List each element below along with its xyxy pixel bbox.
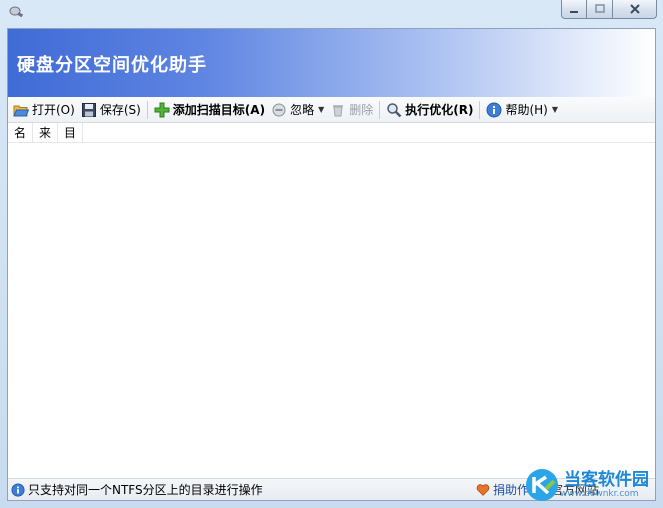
help-label: 帮助(H) [505, 103, 548, 117]
heart-icon [476, 483, 490, 496]
save-button[interactable]: 保存(S) [78, 99, 144, 121]
column-header-target[interactable]: 目 [58, 123, 83, 142]
save-label: 保存(S) [99, 103, 141, 117]
save-disk-icon [81, 102, 96, 117]
toolbar: 打开(O) 保存(S) 添加扫描目标(A) 忽略 ▼ 删除 执行优化(R) 帮助… [8, 97, 655, 123]
delete-label: 删除 [349, 103, 374, 117]
status-message: 只支持对同一个NTFS分区上的目录进行操作 [28, 483, 263, 497]
app-magnifier-icon [9, 6, 24, 18]
toolbar-separator [479, 100, 481, 119]
caption-buttons [561, 0, 657, 19]
folder-open-icon [13, 105, 29, 116]
chevron-down-icon: ▼ [551, 105, 559, 114]
ignore-label: 忽略 [290, 103, 315, 117]
close-icon [629, 4, 640, 14]
info-icon [486, 102, 502, 117]
watermark-logo-icon [526, 469, 558, 501]
header-banner: 硬盘分区空间优化助手 [8, 29, 655, 97]
file-list[interactable] [8, 143, 655, 478]
open-label: 打开(O) [32, 103, 75, 117]
list-header: 名 来 目 [8, 123, 655, 143]
magnifier-icon [387, 102, 402, 117]
maximize-icon [594, 4, 605, 13]
close-button[interactable] [613, 0, 657, 19]
open-button[interactable]: 打开(O) [10, 99, 78, 121]
watermark-text-block: 当客软件园 www.downkr.com [560, 471, 649, 499]
maximize-button[interactable] [587, 0, 613, 19]
optimize-label: 执行优化(R) [405, 103, 474, 117]
delete-button[interactable]: 删除 [327, 99, 376, 121]
minimize-icon [570, 11, 578, 13]
ignore-dropdown-button[interactable]: 忽略 ▼ [268, 99, 327, 121]
column-header-source[interactable]: 来 [33, 123, 58, 142]
ignore-icon [272, 103, 286, 116]
client-area: 硬盘分区空间优化助手 打开(O) 保存(S) 添加扫描目标(A) 忽略 ▼ 删除… [7, 28, 656, 501]
app-window: 硬盘分区空间优化助手 打开(O) 保存(S) 添加扫描目标(A) 忽略 ▼ 删除… [0, 0, 663, 508]
help-dropdown-button[interactable]: 帮助(H) ▼ [483, 99, 561, 121]
toolbar-separator [379, 100, 381, 119]
app-title: 硬盘分区空间优化助手 [17, 55, 207, 76]
add-scan-target-button[interactable]: 添加扫描目标(A) [151, 99, 268, 121]
info-icon [11, 482, 25, 497]
add-target-label: 添加扫描目标(A) [172, 103, 266, 117]
watermark-brand: 当客软件园 [564, 470, 649, 490]
chevron-down-icon: ▼ [318, 105, 325, 114]
trash-icon [333, 104, 344, 116]
toolbar-separator [146, 100, 148, 119]
title-bar[interactable] [0, 0, 663, 26]
minimize-button[interactable] [561, 0, 587, 19]
watermark-url: www.downkr.com [560, 489, 639, 499]
plus-icon [154, 102, 170, 117]
run-optimize-button[interactable]: 执行优化(R) [383, 99, 476, 121]
column-header-name[interactable]: 名 [8, 123, 33, 142]
watermark-logo: 当客软件园 www.downkr.com [524, 462, 663, 508]
